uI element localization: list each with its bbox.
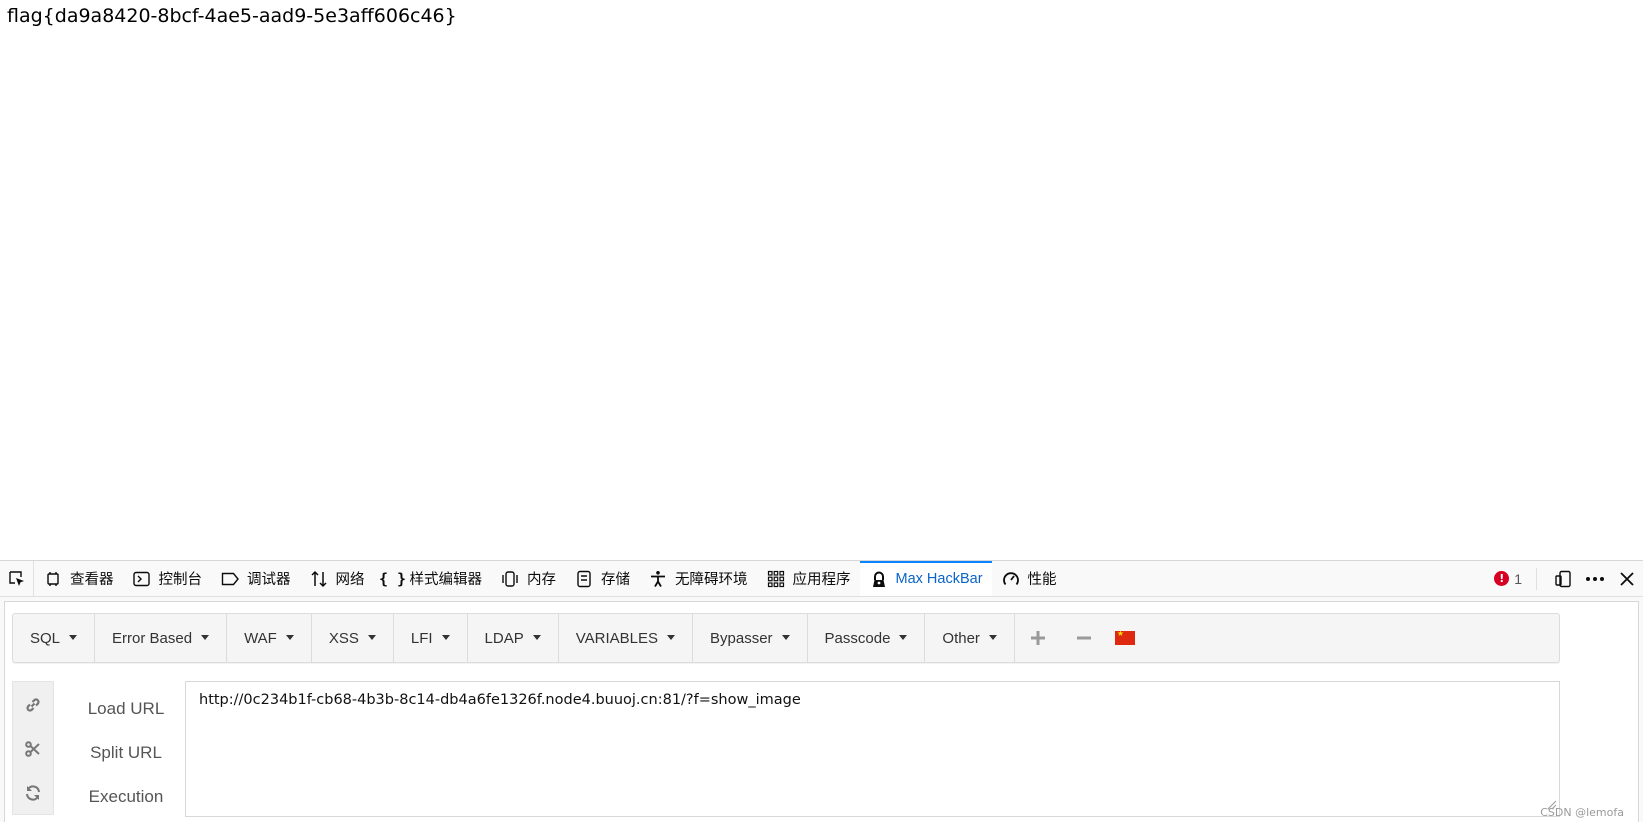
devtools-toolbar: 查看器 控制台 调试器 网络 { } 样式编辑器 内存 存储 无障碍环境 应用程… (0, 561, 1643, 597)
caret-down-icon (441, 634, 450, 640)
tab-application[interactable]: 应用程序 (757, 561, 860, 596)
tab-label: 无障碍环境 (675, 572, 748, 588)
tab-style-editor[interactable]: { } 样式编辑器 (374, 561, 492, 596)
performance-icon (1002, 570, 1020, 588)
caret-down-icon (201, 634, 210, 640)
hackbar-icon (870, 570, 888, 588)
caret-down-icon (899, 634, 908, 640)
close-icon[interactable] (1611, 561, 1643, 596)
url-textarea[interactable]: http://0c234b1f-cb68-4b3b-8c14-db4a6fe13… (185, 681, 1560, 817)
page-content: flag{da9a8420-8bcf-4ae5-aad9-5e3aff606c4… (0, 0, 1643, 560)
menu-label: XSS (328, 629, 359, 647)
tab-storage[interactable]: 存储 (565, 561, 639, 596)
responsive-design-icon[interactable] (1547, 561, 1579, 596)
tab-accessibility[interactable]: 无障碍环境 (639, 561, 757, 596)
url-value: http://0c234b1f-cb68-4b3b-8c14-db4a6fe13… (199, 692, 801, 708)
menu-waf[interactable]: WAF (227, 614, 312, 662)
tab-max-hackbar[interactable]: Max HackBar (859, 561, 992, 596)
tab-label: 查看器 (70, 572, 114, 588)
menu-label: LDAP (484, 629, 524, 647)
devtools-panel: 查看器 控制台 调试器 网络 { } 样式编辑器 内存 存储 无障碍环境 应用程… (0, 560, 1643, 822)
menu-error-based[interactable]: Error Based (95, 614, 228, 662)
menu-label: VARIABLES (575, 629, 658, 647)
tab-network[interactable]: 网络 (300, 561, 374, 596)
decrease-font-icon[interactable] (1061, 614, 1107, 662)
flag-text: flag{da9a8420-8bcf-4ae5-aad9-5e3aff606c4… (7, 5, 457, 27)
application-icon (767, 570, 785, 588)
error-count-badge[interactable]: ! 1 (1486, 567, 1537, 590)
caret-down-icon (367, 634, 376, 640)
error-icon: ! (1494, 571, 1510, 586)
language-flag-icon[interactable] (1107, 614, 1137, 662)
menu-passcode[interactable]: Passcode (808, 614, 926, 662)
tab-label: 存储 (601, 572, 630, 588)
devtools-toolbar-right: ! 1 (1486, 561, 1643, 596)
element-picker-icon[interactable] (0, 561, 34, 596)
increase-font-icon[interactable] (1015, 614, 1061, 662)
menu-ldap[interactable]: LDAP (468, 614, 559, 662)
style-editor-icon: { } (378, 569, 407, 588)
menu-variables[interactable]: VARIABLES (559, 614, 693, 662)
tab-label: 调试器 (247, 572, 291, 588)
console-icon (133, 570, 151, 588)
menu-label: LFI (410, 629, 433, 647)
refresh-icon[interactable] (13, 778, 53, 808)
tab-memory[interactable]: 内存 (491, 561, 565, 596)
tab-label: 控制台 (158, 572, 203, 588)
caret-down-icon (285, 634, 294, 640)
china-flag-icon (1114, 629, 1135, 645)
hackbar-menubar: SQL Error Based WAF XSS LFI LDAP VARIABL… (12, 613, 1560, 663)
tab-label: 应用程序 (792, 572, 851, 588)
caret-down-icon (532, 634, 541, 640)
execution-button[interactable]: Execution (61, 787, 191, 807)
tab-label: 样式编辑器 (409, 572, 483, 588)
menu-sql[interactable]: SQL (13, 614, 96, 662)
tab-performance[interactable]: 性能 (992, 561, 1066, 596)
hackbar-action-sidebar (12, 681, 54, 815)
menu-label: Passcode (824, 629, 891, 647)
hackbar-panel: SQL Error Based WAF XSS LFI LDAP VARIABL… (4, 601, 1639, 822)
caret-down-icon (69, 634, 78, 640)
storage-icon (575, 570, 593, 588)
debugger-icon (221, 570, 239, 588)
menu-label: WAF (244, 629, 277, 647)
load-url-button[interactable]: Load URL (61, 699, 191, 719)
tab-debugger[interactable]: 调试器 (211, 561, 300, 596)
caret-down-icon (988, 634, 997, 640)
menu-other[interactable]: Other (925, 614, 1015, 662)
link-icon[interactable] (13, 690, 53, 720)
menu-xss[interactable]: XSS (312, 614, 394, 662)
menu-label: Other (942, 629, 980, 647)
more-options-icon[interactable] (1579, 561, 1611, 596)
tab-inspector[interactable]: 查看器 (34, 561, 123, 596)
error-count: 1 (1514, 570, 1522, 587)
inspector-icon (44, 570, 62, 588)
tab-label: 网络 (335, 572, 365, 588)
menu-label: Bypasser (710, 629, 773, 647)
menu-bypasser[interactable]: Bypasser (693, 614, 808, 662)
split-url-button[interactable]: Split URL (61, 743, 191, 763)
tab-label: 内存 (527, 572, 556, 588)
caret-down-icon (667, 634, 675, 640)
menu-lfi[interactable]: LFI (394, 614, 468, 662)
tab-label: Max HackBar (895, 570, 983, 587)
menu-label: SQL (30, 629, 61, 647)
caret-down-icon (781, 634, 790, 640)
tab-label: 性能 (1027, 572, 1057, 588)
watermark: CSDN @lemofa (1540, 806, 1624, 819)
tab-console[interactable]: 控制台 (123, 561, 212, 596)
scissors-icon[interactable] (13, 734, 53, 764)
accessibility-icon (649, 570, 667, 588)
menu-label: Error Based (112, 629, 193, 647)
network-icon (310, 570, 328, 588)
memory-icon (501, 570, 519, 588)
